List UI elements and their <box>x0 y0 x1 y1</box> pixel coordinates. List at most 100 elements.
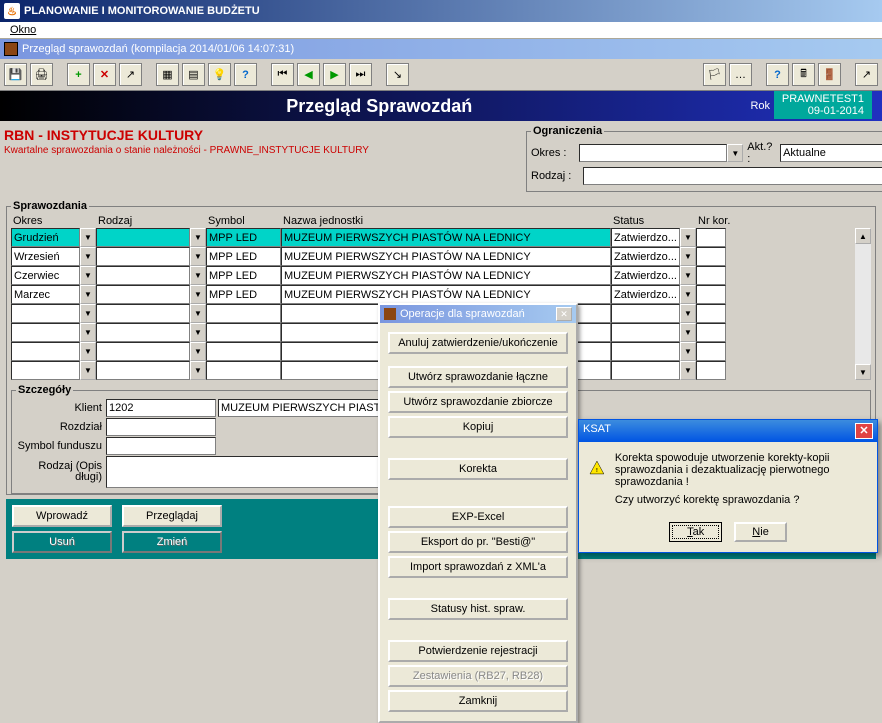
utworz-laczne-button[interactable]: Utwórz sprawozdanie łączne <box>388 366 568 388</box>
lightbulb-icon[interactable]: 💡 <box>208 63 231 86</box>
cell-okres[interactable]: Grudzień <box>11 228 80 247</box>
close-icon[interactable]: ✕ <box>556 307 572 321</box>
tool-calc-icon[interactable]: 🖩 <box>792 63 815 86</box>
cell-symbol[interactable]: MPP LED <box>206 285 281 304</box>
cell-okres[interactable]: Marzec <box>11 285 80 304</box>
cell-status[interactable] <box>611 304 680 323</box>
cell-nrkor[interactable] <box>696 266 726 285</box>
cell-nrkor[interactable] <box>696 304 726 323</box>
eksport-bestia-button[interactable]: Eksport do pr. "Besti@" <box>388 531 568 553</box>
okres-combo[interactable] <box>579 144 727 162</box>
cell-okres[interactable] <box>11 304 80 323</box>
chevron-down-icon[interactable]: ▼ <box>680 228 696 247</box>
table-row[interactable]: Marzec▼▼MPP LEDMUZEUM PIERWSZYCH PIASTÓW… <box>11 285 855 304</box>
symbol-funduszu-input[interactable] <box>106 437 216 455</box>
table-row[interactable]: Wrzesień▼▼MPP LEDMUZEUM PIERWSZYCH PIAST… <box>11 247 855 266</box>
cell-nrkor[interactable] <box>696 228 726 247</box>
chevron-down-icon[interactable]: ▼ <box>680 361 696 380</box>
statusy-button[interactable]: Statusy hist. spraw. <box>388 598 568 620</box>
table-row[interactable]: Grudzień▼▼MPP LEDMUZEUM PIERWSZYCH PIAST… <box>11 228 855 247</box>
cell-symbol[interactable]: MPP LED <box>206 266 281 285</box>
last-icon[interactable]: ⏭ <box>349 63 372 86</box>
chevron-down-icon[interactable]: ▼ <box>680 323 696 342</box>
chevron-down-icon[interactable]: ▼ <box>190 228 206 247</box>
next-icon[interactable]: ▶ <box>323 63 346 86</box>
table-scrollbar[interactable]: ▲ ▼ <box>855 214 871 380</box>
chevron-down-icon[interactable]: ▼ <box>80 323 96 342</box>
cell-nazwa[interactable]: MUZEUM PIERWSZYCH PIASTÓW NA LEDNICY <box>281 285 611 304</box>
rodzaj-combo[interactable] <box>583 167 882 185</box>
zamknij-button[interactable]: Zamknij <box>388 690 568 712</box>
cell-rodzaj[interactable] <box>96 361 190 380</box>
nie-button[interactable]: NieNie <box>734 522 787 542</box>
cell-status[interactable]: Zatwierdzo... <box>611 285 680 304</box>
grid2-icon[interactable]: ▤ <box>182 63 205 86</box>
close-icon[interactable]: ✕ <box>855 423 873 439</box>
cell-nrkor[interactable] <box>696 361 726 380</box>
usun-button[interactable]: Usuń <box>12 531 112 553</box>
cell-okres[interactable]: Wrzesień <box>11 247 80 266</box>
utworz-zbiorcze-button[interactable]: Utwórz sprawozdanie zbiorcze <box>388 391 568 413</box>
chevron-down-icon[interactable]: ▼ <box>80 285 96 304</box>
cell-status[interactable] <box>611 323 680 342</box>
scroll-down-icon[interactable]: ▼ <box>855 364 871 380</box>
chevron-down-icon[interactable]: ▼ <box>80 228 96 247</box>
chevron-down-icon[interactable]: ▼ <box>80 304 96 323</box>
cell-status[interactable]: Zatwierdzo... <box>611 247 680 266</box>
chevron-down-icon[interactable]: ▼ <box>190 342 206 361</box>
cell-nrkor[interactable] <box>696 342 726 361</box>
akt-combo[interactable] <box>780 144 882 162</box>
chevron-down-icon[interactable]: ▼ <box>80 247 96 266</box>
help-icon[interactable]: ? <box>234 63 257 86</box>
cell-nazwa[interactable]: MUZEUM PIERWSZYCH PIASTÓW NA LEDNICY <box>281 266 611 285</box>
potwierdzenie-button[interactable]: Potwierdzenie rejestracji <box>388 640 568 662</box>
klient-name-input[interactable] <box>218 399 398 417</box>
chevron-down-icon[interactable]: ▼ <box>80 361 96 380</box>
chevron-down-icon[interactable]: ▼ <box>190 361 206 380</box>
chevron-down-icon[interactable]: ▼ <box>190 323 206 342</box>
grid1-icon[interactable]: ▦ <box>156 63 179 86</box>
cell-rodzaj[interactable] <box>96 247 190 266</box>
clear-icon[interactable]: ↗ <box>119 63 142 86</box>
chevron-down-icon[interactable]: ▼ <box>190 266 206 285</box>
kopiuj-button[interactable]: Kopiuj <box>388 416 568 438</box>
menu-okno[interactable]: Okno <box>4 22 42 38</box>
zmien-button[interactable]: Zmień <box>122 531 222 553</box>
cell-rodzaj[interactable] <box>96 285 190 304</box>
chevron-down-icon[interactable]: ▼ <box>190 304 206 323</box>
tool-flag-icon[interactable]: 🏳 <box>703 63 726 86</box>
cell-status[interactable]: Zatwierdzo... <box>611 266 680 285</box>
cell-rodzaj[interactable] <box>96 304 190 323</box>
tool-dots-icon[interactable]: … <box>729 63 752 86</box>
cell-status[interactable] <box>611 342 680 361</box>
first-icon[interactable]: ⏮ <box>271 63 294 86</box>
save-icon[interactable]: 💾 <box>4 63 27 86</box>
cell-okres[interactable] <box>11 361 80 380</box>
cell-rodzaj[interactable] <box>96 266 190 285</box>
cell-symbol[interactable]: MPP LED <box>206 228 281 247</box>
cell-status[interactable]: Zatwierdzo... <box>611 228 680 247</box>
tool-export-icon[interactable]: ↗ <box>855 63 878 86</box>
anuluj-zatwierdzenie-button[interactable]: Anuluj zatwierdzenie/ukończenie <box>388 332 568 354</box>
tak-button[interactable]: TTakak <box>669 522 722 542</box>
cell-rodzaj[interactable] <box>96 342 190 361</box>
cell-nrkor[interactable] <box>696 323 726 342</box>
chevron-down-icon[interactable]: ▼ <box>680 285 696 304</box>
przegladaj-button[interactable]: Przeglądaj <box>122 505 222 527</box>
rodzaj-opis-input[interactable] <box>106 456 398 488</box>
cell-symbol[interactable] <box>206 323 281 342</box>
cell-symbol[interactable]: MPP LED <box>206 247 281 266</box>
chevron-down-icon[interactable]: ▼ <box>190 285 206 304</box>
cell-nazwa[interactable]: MUZEUM PIERWSZYCH PIASTÓW NA LEDNICY <box>281 247 611 266</box>
chevron-down-icon[interactable]: ▼ <box>80 266 96 285</box>
print-icon[interactable]: 🖨 <box>30 63 53 86</box>
chevron-down-icon[interactable]: ▼ <box>680 342 696 361</box>
add-icon[interactable]: + <box>67 63 90 86</box>
exp-excel-button[interactable]: EXP-Excel <box>388 506 568 528</box>
table-row[interactable]: Czerwiec▼▼MPP LEDMUZEUM PIERWSZYCH PIAST… <box>11 266 855 285</box>
chevron-down-icon[interactable]: ▼ <box>680 304 696 323</box>
cell-symbol[interactable] <box>206 304 281 323</box>
chevron-down-icon[interactable]: ▼ <box>80 342 96 361</box>
tool-help2-icon[interactable]: ? <box>766 63 789 86</box>
scroll-up-icon[interactable]: ▲ <box>855 228 871 244</box>
